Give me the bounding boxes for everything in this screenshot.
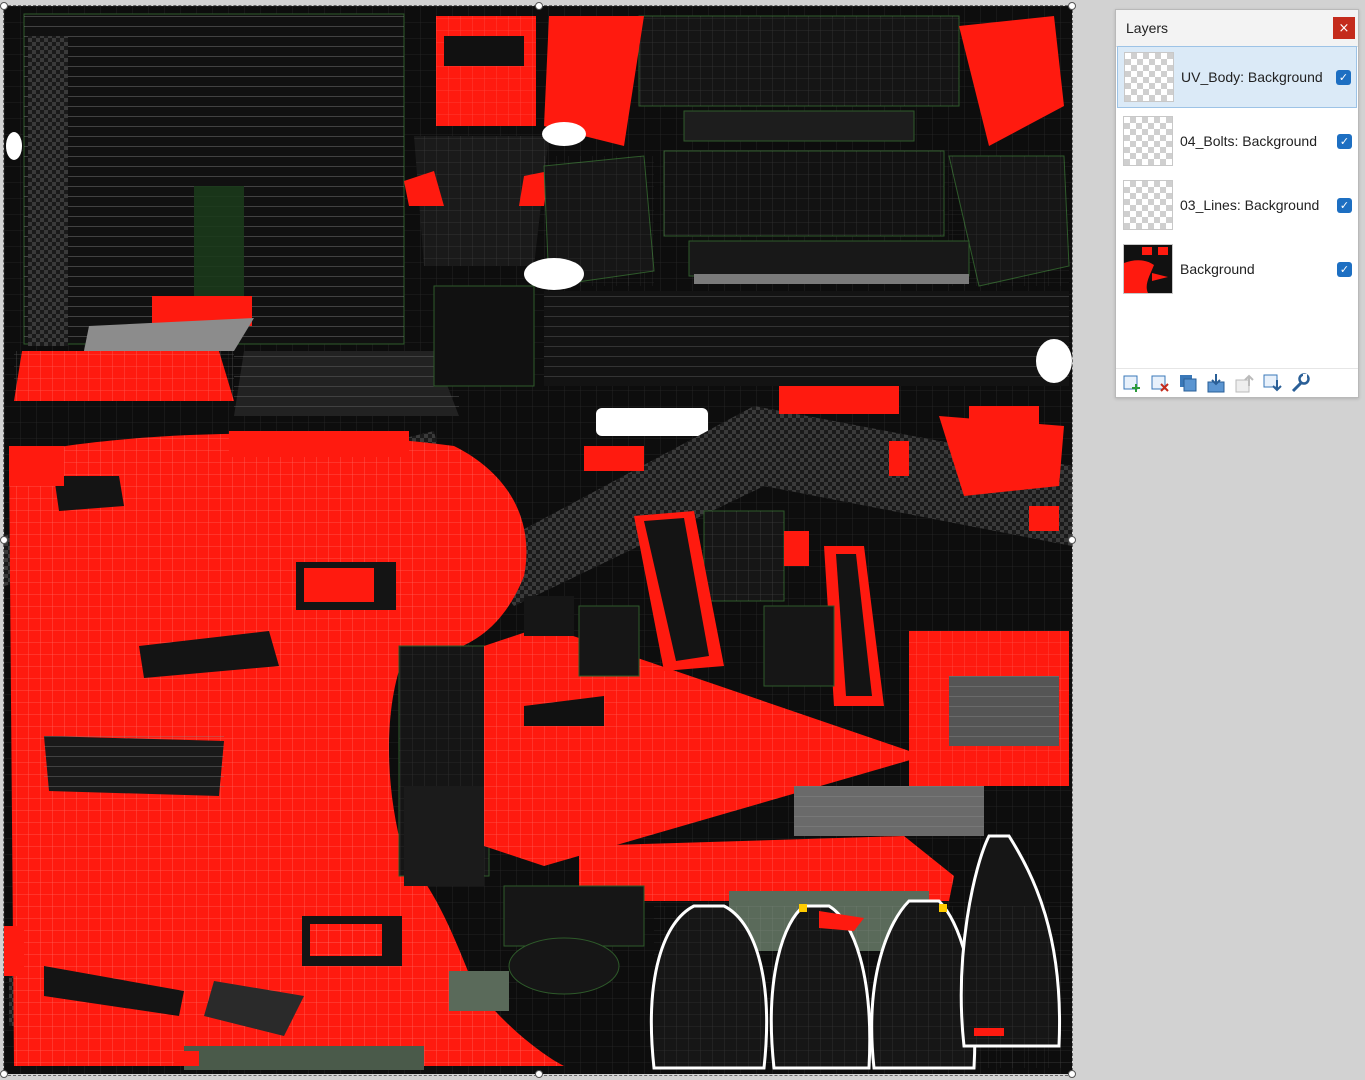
selection-handle[interactable] bbox=[0, 536, 8, 544]
layer-properties-icon[interactable] bbox=[1289, 372, 1311, 394]
selection-handle[interactable] bbox=[535, 1070, 543, 1078]
selection-handle[interactable] bbox=[1068, 1070, 1076, 1078]
selection-handle[interactable] bbox=[1068, 2, 1076, 10]
layers-panel: Layers × UV_Body: Background ✓ 04_Bolts:… bbox=[1115, 9, 1359, 398]
layer-thumbnail bbox=[1123, 180, 1173, 230]
selection-handle[interactable] bbox=[0, 1070, 8, 1078]
white-island bbox=[1036, 339, 1072, 383]
layer-thumbnail bbox=[1123, 116, 1173, 166]
layer-visibility-checkbox[interactable]: ✓ bbox=[1337, 261, 1352, 277]
layer-visibility-checkbox[interactable]: ✓ bbox=[1337, 133, 1352, 149]
layers-toolbar bbox=[1116, 368, 1358, 396]
layer-row-uv-body[interactable]: UV_Body: Background ✓ bbox=[1117, 46, 1357, 108]
move-layer-up-icon[interactable] bbox=[1233, 372, 1255, 394]
layer-name: 03_Lines: Background bbox=[1180, 197, 1320, 213]
white-island bbox=[542, 122, 586, 146]
uv-shell-center-blocks bbox=[398, 645, 490, 886]
layer-row-bolts[interactable]: 04_Bolts: Background ✓ bbox=[1117, 110, 1357, 172]
image-canvas[interactable] bbox=[4, 6, 1072, 1074]
move-layer-down-icon[interactable] bbox=[1261, 372, 1283, 394]
selection-handle[interactable] bbox=[0, 2, 8, 10]
selection-handle[interactable] bbox=[535, 2, 543, 10]
layer-name: Background bbox=[1180, 261, 1255, 277]
close-button[interactable]: × bbox=[1333, 17, 1355, 39]
layer-name: 04_Bolts: Background bbox=[1180, 133, 1317, 149]
uv-shell-top-right bbox=[543, 15, 1070, 386]
duplicate-layer-icon[interactable] bbox=[1177, 372, 1199, 394]
layer-visibility-checkbox[interactable]: ✓ bbox=[1337, 197, 1352, 213]
uv-texture-map bbox=[4, 6, 1072, 1074]
delete-layer-icon[interactable] bbox=[1149, 372, 1171, 394]
layer-thumbnail bbox=[1123, 244, 1173, 294]
merge-layer-down-icon[interactable] bbox=[1205, 372, 1227, 394]
layer-name: UV_Body: Background bbox=[1181, 69, 1323, 85]
layers-panel-title: Layers bbox=[1126, 20, 1169, 36]
layer-row-lines[interactable]: 03_Lines: Background ✓ bbox=[1117, 174, 1357, 236]
selection-handle[interactable] bbox=[1068, 536, 1076, 544]
layer-thumbnail bbox=[1124, 52, 1174, 102]
layer-row-background[interactable]: Background ✓ bbox=[1117, 238, 1357, 300]
white-island bbox=[596, 408, 708, 436]
add-layer-icon[interactable] bbox=[1121, 372, 1143, 394]
layers-panel-title-bar[interactable]: Layers × bbox=[1116, 10, 1358, 47]
layer-visibility-checkbox[interactable]: ✓ bbox=[1336, 69, 1351, 85]
white-island bbox=[524, 258, 584, 290]
